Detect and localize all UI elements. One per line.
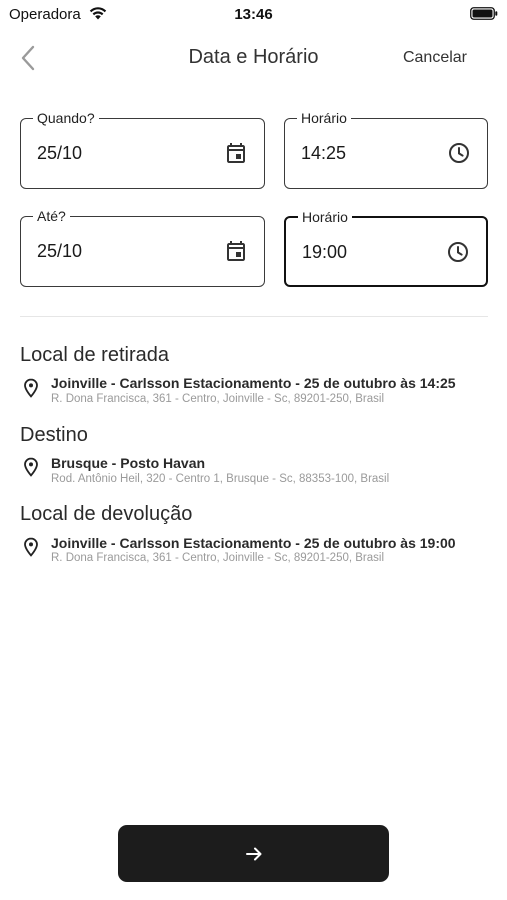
destination-name: Brusque - Posto Havan (51, 455, 206, 471)
pickup-location-address: R. Dona Francisca, 361 - Centro, Joinvil… (51, 393, 385, 405)
pickup-time-label: Horário (297, 109, 351, 127)
location-pin-icon (24, 378, 38, 398)
dropoff-date-label: Até? (33, 207, 70, 225)
dropoff-date-field[interactable]: Até? 25/10 (20, 207, 265, 287)
battery-icon (470, 7, 498, 20)
pickup-time-value: 14:25 (301, 143, 347, 163)
pickup-date-label: Quando? (33, 109, 99, 127)
pickup-date-field[interactable]: Quando? 25/10 (20, 109, 265, 189)
dropoff-time-field[interactable]: Horário 19:00 (284, 208, 488, 287)
status-bar: Operadora 13:46 (0, 0, 507, 28)
return-location-name: Joinville - Carlsson Estacionamento - 25… (51, 535, 456, 551)
nav-bar: Data e Horário Cancelar (0, 36, 507, 80)
pickup-location-name: Joinville - Carlsson Estacionamento - 25… (51, 375, 456, 391)
location-pin-icon (24, 457, 38, 477)
calendar-icon[interactable] (224, 239, 248, 263)
dropoff-time-label: Horário (298, 208, 352, 226)
cancel-button[interactable]: Cancelar (403, 49, 467, 67)
destination-title: Destino (20, 424, 88, 446)
arrow-right-icon (245, 847, 261, 860)
location-pin-icon (24, 537, 38, 557)
calendar-icon[interactable] (224, 141, 248, 165)
dropoff-time-value: 19:00 (302, 242, 348, 262)
pickup-date-value: 25/10 (37, 143, 83, 163)
destination-address: Rod. Antônio Heil, 320 - Centro 1, Brusq… (51, 473, 390, 485)
pickup-time-field[interactable]: Horário 14:25 (284, 109, 488, 189)
clock-icon[interactable] (447, 141, 471, 165)
return-location-title: Local de devolução (20, 503, 193, 525)
return-location-address: R. Dona Francisca, 361 - Centro, Joinvil… (51, 552, 385, 564)
status-time: 13:46 (234, 6, 273, 23)
divider (20, 316, 488, 317)
pickup-location-title: Local de retirada (20, 344, 169, 366)
clock-icon[interactable] (446, 240, 470, 264)
next-button[interactable] (118, 825, 389, 882)
dropoff-date-value: 25/10 (37, 241, 83, 261)
